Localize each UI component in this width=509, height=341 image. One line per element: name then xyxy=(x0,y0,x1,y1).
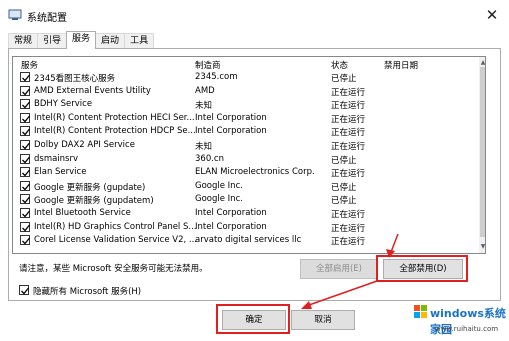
scroll-up-icon[interactable]: ▲ xyxy=(479,59,485,66)
service-row[interactable]: Google 更新服务 (gupdatem) Google Inc. 已停止 xyxy=(13,193,485,207)
service-status: 正在运行 xyxy=(331,114,366,125)
column-status[interactable]: 状态 xyxy=(331,59,348,71)
service-name: Corel License Validation Service V2, ... xyxy=(34,235,198,246)
scroll-down-icon[interactable]: ▼ xyxy=(479,243,485,250)
service-manufacturer: 360.cn xyxy=(195,153,224,164)
service-checkbox[interactable] xyxy=(20,72,31,82)
service-status: 正在运行 xyxy=(331,210,366,220)
service-status: 已停止 xyxy=(331,182,357,193)
service-checkbox[interactable] xyxy=(20,167,31,178)
tab-tools[interactable]: 工具 xyxy=(124,33,155,49)
service-name: dsmainsrv xyxy=(34,153,79,164)
title-bar: 系统配置 ✕ xyxy=(0,0,509,30)
service-manufacturer: Intel Corporation xyxy=(195,221,267,232)
window-title: 系统配置 xyxy=(27,13,67,24)
service-checkbox[interactable] xyxy=(20,99,31,110)
ok-highlight xyxy=(216,304,290,334)
tab-startup[interactable]: 启动 xyxy=(95,33,126,49)
tab-boot[interactable]: 引导 xyxy=(37,33,68,49)
service-manufacturer: 未知 xyxy=(195,101,213,112)
service-name: 2345看图王核心服务 xyxy=(34,74,116,84)
column-disabled-date[interactable]: 禁用日期 xyxy=(384,59,418,71)
service-name: Elan Service xyxy=(34,167,87,178)
service-row[interactable]: Intel(R) Content Protection HECI Ser... I… xyxy=(13,112,485,126)
service-name: BDHY Service xyxy=(34,99,93,110)
service-manufacturer: Intel Corporation xyxy=(195,208,267,218)
service-status: 已停止 xyxy=(331,196,357,207)
service-row[interactable]: Dolby DAX2 API Service 未知 正在运行 xyxy=(13,139,485,153)
service-status: 正在运行 xyxy=(331,87,366,98)
service-checkbox[interactable] xyxy=(20,153,31,164)
system-config-icon xyxy=(8,9,22,20)
service-status: 正在运行 xyxy=(331,169,366,180)
vertical-scrollbar[interactable]: ▲ ▼ xyxy=(479,57,485,253)
service-status: 正在运行 xyxy=(331,101,366,112)
column-manufacturer[interactable]: 制造商 xyxy=(195,59,221,71)
service-row[interactable]: Intel(R) HD Graphics Control Panel S... I… xyxy=(13,221,485,235)
hide-ms-checkbox[interactable] xyxy=(19,285,30,295)
service-status: 正在运行 xyxy=(331,237,366,248)
tab-services[interactable]: 服务 xyxy=(66,31,97,49)
service-manufacturer: arvato digital services llc xyxy=(195,235,302,246)
service-name: Google 更新服务 (gupdatem) xyxy=(34,196,154,207)
enable-all-button[interactable]: 全部启用(E) xyxy=(300,259,378,279)
service-row[interactable]: Google 更新服务 (gupdate) Google Inc. 已停止 xyxy=(13,180,485,194)
arrowhead-ok xyxy=(301,301,312,309)
service-row[interactable]: Intel(R) Content Protection HDCP Se... In… xyxy=(13,125,485,139)
service-checkbox[interactable] xyxy=(20,180,31,191)
service-manufacturer: Google Inc. xyxy=(195,180,243,191)
service-manufacturer: Intel Corporation xyxy=(195,112,267,123)
tab-strip: 常规 引导 服务 启动 工具 xyxy=(8,31,155,49)
service-manufacturer: AMD xyxy=(195,85,215,96)
service-row[interactable]: Corel License Validation Service V2, ...… xyxy=(13,234,485,248)
service-checkbox[interactable] xyxy=(20,208,31,218)
service-name: Intel(R) HD Graphics Control Panel S... xyxy=(34,221,197,232)
service-manufacturer: ELAN Microelectronics Corp. xyxy=(195,167,315,178)
service-checkbox[interactable] xyxy=(20,221,31,232)
service-manufacturer: 2345.com xyxy=(195,72,238,82)
service-row[interactable]: Intel Bluetooth Service Intel Corporation… xyxy=(13,207,485,221)
service-status: 正在运行 xyxy=(331,142,366,152)
hide-ms-label: 隐藏所有 Microsoft 服务(H) xyxy=(33,287,142,297)
watermark: windows系统家园 www.ruihaitu.com xyxy=(410,302,509,341)
windows-logo-icon xyxy=(414,305,427,318)
service-status: 已停止 xyxy=(331,74,357,84)
service-name: Intel(R) Content Protection HDCP Se... xyxy=(34,126,196,137)
service-checkbox[interactable] xyxy=(20,194,31,205)
service-row[interactable]: AMD External Events Utility AMD 正在运行 xyxy=(13,85,485,99)
service-row[interactable]: BDHY Service 未知 正在运行 xyxy=(13,98,485,112)
disable-all-highlight xyxy=(376,255,468,282)
service-name: Intel(R) Content Protection HECI Ser... xyxy=(34,112,195,123)
service-manufacturer: Google Inc. xyxy=(195,194,243,205)
scroll-thumb[interactable] xyxy=(480,67,485,237)
service-name: Google 更新服务 (gupdate) xyxy=(34,182,146,193)
service-name: Dolby DAX2 API Service xyxy=(34,140,135,150)
services-list: 服务 制造商 状态 禁用日期 2345看图王核心服务 2345.com 已停止 AMD… xyxy=(12,56,486,254)
service-manufacturer: 未知 xyxy=(195,142,213,152)
service-row[interactable]: dsmainsrv 360.cn 已停止 xyxy=(13,153,485,167)
service-checkbox[interactable] xyxy=(20,112,31,123)
close-icon[interactable]: ✕ xyxy=(480,4,504,26)
service-row[interactable]: Elan Service ELAN Microelectronics Corp. 正… xyxy=(13,166,485,180)
tab-general[interactable]: 常规 xyxy=(8,33,39,49)
security-note: 请注意，某些 Microsoft 安全服务可能无法禁用。 xyxy=(19,264,208,274)
service-status: 正在运行 xyxy=(331,128,366,139)
watermark-url: www.ruihaitu.com xyxy=(435,325,499,333)
service-status: 已停止 xyxy=(331,155,357,166)
service-name: Intel Bluetooth Service xyxy=(34,208,131,218)
column-service[interactable]: 服务 xyxy=(21,59,38,71)
service-checkbox[interactable] xyxy=(20,140,31,150)
service-name: AMD External Events Utility xyxy=(34,85,151,96)
service-checkbox[interactable] xyxy=(20,235,31,246)
service-status: 正在运行 xyxy=(331,223,366,234)
service-checkbox[interactable] xyxy=(20,85,31,96)
cancel-button[interactable]: 取消 xyxy=(291,310,355,330)
service-row[interactable]: 2345看图王核心服务 2345.com 已停止 xyxy=(13,71,485,85)
list-header: 服务 制造商 状态 禁用日期 xyxy=(13,57,485,71)
service-manufacturer: Intel Corporation xyxy=(195,126,267,137)
service-checkbox[interactable] xyxy=(20,126,31,137)
